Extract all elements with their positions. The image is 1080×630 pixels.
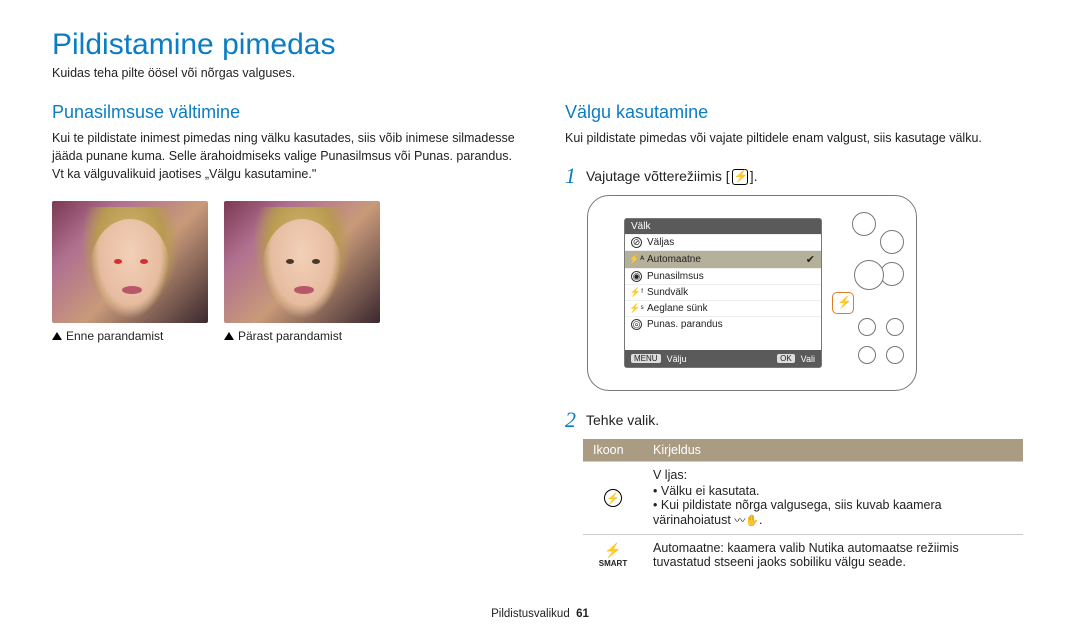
caption-after: Pärast parandamist <box>224 329 380 343</box>
th-desc: Kirjeldus <box>643 439 1023 462</box>
menu-item-auto: ⚡ᴬAutomaatne✔ <box>625 250 821 268</box>
left-body: Kui te pildistate inimest pimedas ning v… <box>52 129 515 183</box>
menu-item-fill: ⚡ᶠSundvälk <box>625 284 821 300</box>
camera-dpad <box>854 260 884 290</box>
photo-after <box>224 201 380 323</box>
flash-button-icon <box>732 169 748 185</box>
camera-illustration: Välk ⊘Väljas ⚡ᴬAutomaatne✔ ◉Punasilmsus … <box>587 195 917 391</box>
th-icon: Ikoon <box>583 439 643 462</box>
camera-button <box>886 346 904 364</box>
check-icon: ✔ <box>806 253 815 266</box>
menu-item-redeyefix: ◎Punas. parandus <box>625 316 821 332</box>
step-2: 2 Tehke valik. <box>565 409 1028 431</box>
flash-off-icon: ⊘ <box>631 237 642 248</box>
right-heading: Välgu kasutamine <box>565 102 1028 123</box>
menu-item-slow: ⚡ˢAeglane sünk <box>625 300 821 316</box>
photo-before <box>52 201 208 323</box>
table-row: SMART Automaatne: kaamera valib Nutika a… <box>583 535 1023 576</box>
triangle-up-icon <box>52 332 62 340</box>
row2-desc: Automaatne: kaamera valib Nutika automaa… <box>643 535 1023 576</box>
step-number: 2 <box>565 409 576 431</box>
camera-button <box>858 346 876 364</box>
caption-after-text: Pärast parandamist <box>238 329 342 343</box>
camera-button <box>880 230 904 254</box>
slow-sync-icon: ⚡ˢ <box>631 303 642 314</box>
page-footer: Pildistusvalikud 61 <box>0 608 1080 620</box>
menu-footer: MENUVälju OKVali <box>625 350 821 367</box>
triangle-up-icon <box>224 332 234 340</box>
row1-title: V ljas: <box>653 468 687 482</box>
menu-item-off: ⊘Väljas <box>625 234 821 250</box>
right-body: Kui pildistate pimedas või vajate piltid… <box>565 129 1028 147</box>
caption-before: Enne parandamist <box>52 329 208 343</box>
step-number: 1 <box>565 165 576 187</box>
redeye-fix-icon: ◎ <box>631 319 642 330</box>
menu-header: Välk <box>625 219 821 234</box>
step-1-text: Vajutage võtterežiimis []. <box>586 165 757 185</box>
step-1: 1 Vajutage võtterežiimis []. <box>565 165 1028 187</box>
camera-button <box>852 212 876 236</box>
row1-bullet1: Välku ei kasutata. <box>653 484 1013 498</box>
shake-warning-icon: 〰✋ <box>734 515 759 527</box>
right-column: Välgu kasutamine Kui pildistate pimedas … <box>565 102 1028 575</box>
page-subtitle: Kuidas teha pilte öösel või nõrgas valgu… <box>52 66 1028 80</box>
page-title: Pildistamine pimedas <box>52 28 1028 62</box>
flash-auto-icon: ⚡ᴬ <box>631 254 642 265</box>
example-photos <box>52 201 515 323</box>
left-column: Punasilmsuse vältimine Kui te pildistate… <box>52 102 515 575</box>
left-heading: Punasilmsuse vältimine <box>52 102 515 123</box>
camera-screen: Välk ⊘Väljas ⚡ᴬAutomaatne✔ ◉Punasilmsus … <box>624 218 822 368</box>
menu-item-redeye: ◉Punasilmsus <box>625 268 821 284</box>
smart-auto-icon: SMART <box>599 542 627 568</box>
ok-label: OK <box>777 354 795 363</box>
redeye-icon: ◉ <box>631 271 642 282</box>
step-2-text: Tehke valik. <box>586 409 659 428</box>
row1-bullet2: Kui pildistate nõrga valgusega, siis kuv… <box>653 498 1013 528</box>
flash-off-icon: ⚡ <box>604 489 622 507</box>
camera-button <box>886 318 904 336</box>
fill-flash-icon: ⚡ᶠ <box>631 287 642 298</box>
camera-button <box>858 318 876 336</box>
flash-button-highlight <box>832 292 854 314</box>
options-table: Ikoon Kirjeldus ⚡ V ljas: Välku ei kasut… <box>583 439 1023 575</box>
menu-label: MENU <box>631 354 661 363</box>
caption-before-text: Enne parandamist <box>66 329 163 343</box>
table-row: ⚡ V ljas: Välku ei kasutata. Kui pildist… <box>583 462 1023 535</box>
